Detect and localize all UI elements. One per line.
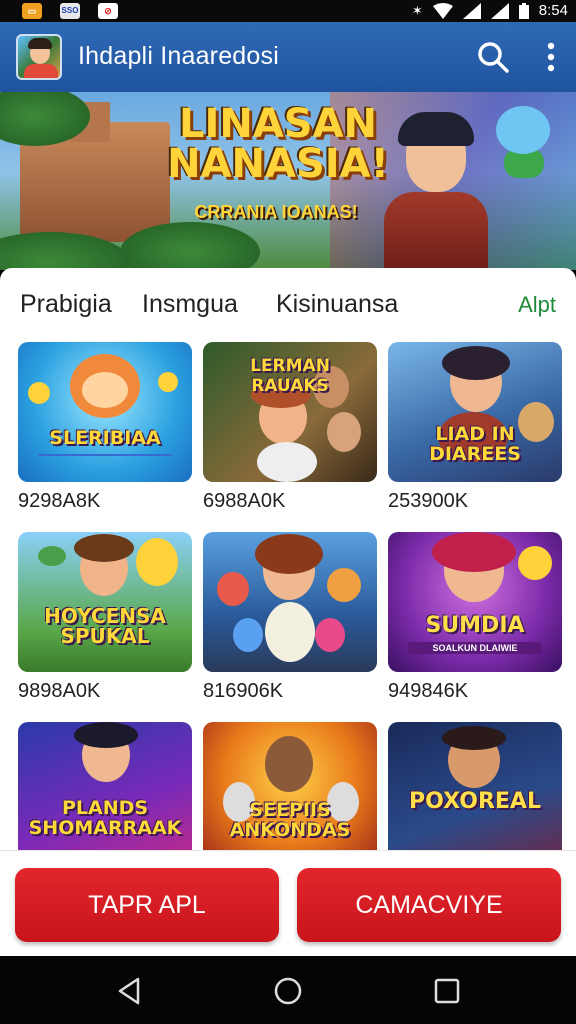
content-sheet: Prabigia Insmgua Kisinuansa Alpt SLERIBI… <box>0 268 576 850</box>
search-button[interactable] <box>476 40 510 74</box>
app-notification-icon: ▭ <box>22 3 42 19</box>
game-thumbnail: SLERIBIAA <box>18 342 192 482</box>
hero-subtitle: CRRANIA IOANAS! <box>194 202 358 222</box>
game-title: SEEPIIS ANKONDAS <box>229 799 351 841</box>
hero-banner[interactable]: LINASAN NANASIA! CRRANIA IOANAS! <box>0 92 576 270</box>
more-vert-icon <box>547 42 555 72</box>
game-thumbnail: HOYCENSA SPUKAL <box>18 532 192 672</box>
pet-character <box>490 102 556 178</box>
game-thumbnail: SUMDIA SOALKUN DLAIWIE <box>388 532 562 672</box>
game-count: 949846K <box>388 680 469 702</box>
game-title: SLERIBIAA <box>49 427 161 449</box>
game-thumbnail: LIAD IN DIAREES <box>388 342 562 482</box>
game-thumbnail: PLANDS SHOMARRAAK <box>18 722 192 850</box>
action-bar: TAPR APL CAMACVIYE <box>0 850 576 956</box>
app-logo[interactable] <box>16 34 62 80</box>
recents-button[interactable] <box>432 976 462 1006</box>
game-title: LIAD IN DIAREES <box>429 423 521 465</box>
home-button[interactable] <box>273 976 303 1006</box>
wifi-icon <box>432 2 453 19</box>
battery-icon <box>518 2 529 19</box>
game-count: 253900K <box>388 490 469 512</box>
sb-app-icon: SSO <box>60 3 80 19</box>
more-options-button[interactable] <box>536 40 566 74</box>
signal-icon <box>462 2 481 19</box>
hero-title-line2: NANASIA! <box>167 141 389 187</box>
game-title: HOYCENSA SPUKAL <box>44 604 166 648</box>
back-button[interactable] <box>114 976 144 1006</box>
search-icon <box>478 42 509 73</box>
tab-category-2[interactable]: Insmgua <box>142 290 238 319</box>
game-title: POXOREAL <box>409 789 541 814</box>
game-count: 9898A0K <box>18 680 101 702</box>
tab-category-1[interactable]: Prabigia <box>20 290 112 319</box>
hero-title: LINASAN NANASIA! <box>164 104 392 184</box>
game-count: 6988A0K <box>203 490 286 512</box>
recents-icon <box>434 978 460 1004</box>
hero-title-line1: LINASAN <box>178 101 378 147</box>
game-count: 9298A8K <box>18 490 101 512</box>
game-thumbnail: SEEPIIS ANKONDAS <box>203 722 377 850</box>
game-thumbnail: POXOREAL <box>388 722 562 850</box>
game-title: SUMDIA <box>425 613 525 638</box>
signal-icon-2 <box>490 2 509 19</box>
see-all-link[interactable]: Alpt <box>518 292 556 318</box>
home-icon <box>274 977 302 1005</box>
game-title: PLANDS SHOMARRAAK <box>28 797 182 839</box>
status-bar: ▭ SSO ⊘ ✶ 8:54 <box>0 0 576 22</box>
no-sim-icon: ⊘ <box>98 3 118 19</box>
tab-category-3[interactable]: Kisinuansa <box>276 290 398 319</box>
system-nav-bar <box>0 956 576 1024</box>
clock: 8:54 <box>538 2 568 19</box>
game-title: LERMAN RAUAKS <box>250 356 330 396</box>
secondary-action-button[interactable]: CAMACVIYE <box>297 868 561 942</box>
app-bar: Ihdapli Inaaredosi <box>0 22 576 92</box>
status-right: ✶ 8:54 <box>412 2 568 19</box>
game-thumbnail <box>203 532 377 672</box>
category-tabs: Prabigia Insmgua Kisinuansa Alpt <box>20 290 560 324</box>
game-count: 816906K <box>203 680 284 702</box>
hero-character <box>380 112 490 270</box>
game-thumbnail: LERMAN RAUAKS <box>203 342 377 482</box>
app-title: Ihdapli Inaaredosi <box>78 42 279 70</box>
primary-action-button[interactable]: TAPR APL <box>15 868 279 942</box>
back-icon <box>118 977 140 1005</box>
nfc-icon: ✶ <box>411 2 423 18</box>
game-subtitle: SOALKUN DLAIWIE <box>408 642 542 654</box>
